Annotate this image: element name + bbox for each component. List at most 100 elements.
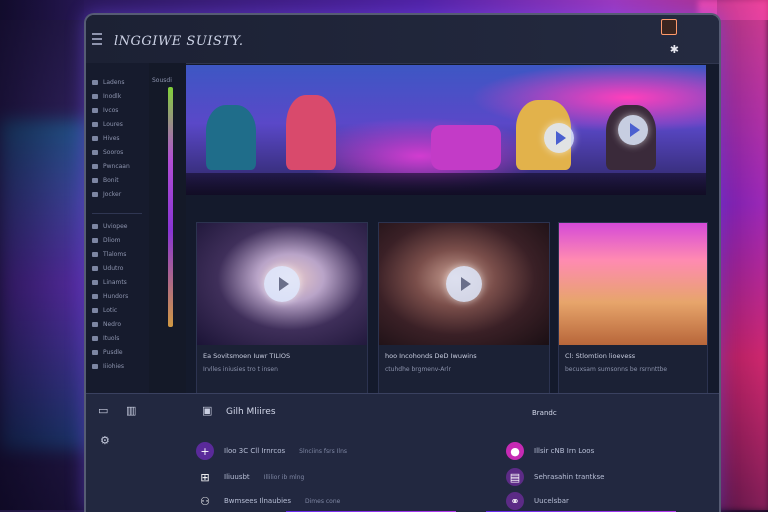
bullet-icon [92,135,98,141]
bullet-icon [92,223,98,229]
video-thumbnail[interactable] [559,223,707,345]
sidebar-item[interactable]: Inodlk [92,91,121,101]
sidebar-item-label: Pusdle [103,348,123,356]
grid-icon: ⊞ [200,470,210,484]
bullet-icon [92,191,98,197]
sidebar-item-label: Ituols [103,334,120,342]
notification-icon[interactable]: ✱ [670,43,679,56]
bullet-icon [92,279,98,285]
list-row[interactable]: ⊞ Iliuusbt Illilior ib mlng [196,470,304,484]
sidebar-item[interactable]: Bonit [92,175,119,185]
sidebar-item[interactable]: Loures [92,119,123,129]
sidebar-item[interactable]: Uviopee [92,221,127,231]
list-row[interactable]: + Iloo 3C Cll Irnrcos Slnciins fsrs Ilns [196,442,347,460]
sidebar-item-label: Uviopee [103,222,128,230]
video-thumbnail[interactable] [379,223,549,345]
list-row-right[interactable]: ● Illsir cNB Irn Loos [506,442,594,460]
panel-tab-label[interactable]: Gilh Mliires [226,407,276,417]
row-text: Uucelsbar [534,497,569,505]
bullet-icon [92,237,98,243]
app-window: lNGGIWE SUISTY. ✱ Ladens Inodlk Ivcos Lo… [84,13,721,512]
top-bar: lNGGIWE SUISTY. ✱ [86,15,719,64]
sidebar-item[interactable]: Jocker [92,189,121,199]
play-icon[interactable] [446,266,482,302]
sidebar-item[interactable]: Ituols [92,333,119,343]
video-card[interactable]: Ea Sovitsmoen Iuwr TILIOS Irvlles iniusi… [196,222,368,402]
hero-banner[interactable] [186,65,706,195]
bullet-icon [92,177,98,183]
video-card[interactable]: Cl: Stlomtion lioevess becuxsam sumsonns… [558,222,708,402]
video-thumbnail[interactable] [197,223,367,345]
sidebar-item-label: Hundors [103,292,129,300]
sidebar-item[interactable]: Lotic [92,305,117,315]
film-icon: ▤ [506,468,524,486]
camera-icon [661,19,677,35]
panel-right-label[interactable]: Brandc [532,409,557,417]
bottom-panel: ▭ ▥ ▣ Gilh Mliires Brandc ⚙ + Iloo 3C Cl… [86,393,719,512]
video-card[interactable]: hoo Incohonds DeD Iwuwins ctuhdhe brgmen… [378,222,550,402]
play-icon[interactable] [544,123,574,153]
menu-icon[interactable] [92,33,102,47]
bullet-icon [92,149,98,155]
sidebar-item[interactable]: Sooros [92,147,123,157]
columns-icon[interactable]: ▥ [126,404,136,417]
row-text: Sehrasahin trantkse [534,473,605,481]
video-title: Ea Sovitsmoen Iuwr TILIOS [203,352,291,360]
video-title: hoo Incohonds DeD Iwuwins [385,352,477,360]
row-subtext: Illilior ib mlng [263,473,305,481]
neon-accent-strip [168,87,173,327]
sidebar-item[interactable]: Pusdle [92,347,123,357]
bullet-icon [92,321,98,327]
row-text: Bwmsees Ilnaubies [224,497,291,505]
app-title: lNGGIWE SUISTY. [114,34,244,49]
sidebar-item[interactable]: Pwncaan [92,161,130,171]
video-title: Cl: Stlomtion lioevess [565,352,636,360]
image-icon[interactable]: ▭ [98,404,108,417]
add-icon[interactable]: + [196,442,214,460]
bullet-icon [92,79,98,85]
sidebar-item-label: Tlaloms [103,250,127,258]
sidebar-item-label: Loures [103,120,123,128]
bullet-icon [92,93,98,99]
sidebar-item-label: Dliom [103,236,121,244]
row-text: Iliuusbt [224,473,250,481]
list-row-right[interactable]: ⚭ Uucelsbar [506,492,569,510]
bullet-icon [92,349,98,355]
row-subtext: Slnciins fsrs Ilns [299,447,347,455]
sidebar-item[interactable]: Linamts [92,277,127,287]
sidebar-item[interactable]: Ladens [92,77,124,87]
sidebar-item[interactable]: Dliom [92,235,120,245]
sidebar-item[interactable]: Udutro [92,263,123,273]
bullet-icon [92,251,98,257]
sidebar-item-label: Bonit [103,176,119,184]
sidebar-item[interactable]: Hives [92,133,120,143]
background-right-panel [717,0,768,510]
play-icon[interactable] [264,266,300,302]
list-row-right[interactable]: ▤ Sehrasahin trantkse [506,468,605,486]
list-row[interactable]: ⚇ Bwmsees Ilnaubies Dimes cone [196,494,340,508]
sidebar-item-label: Sooros [103,148,124,156]
link-icon: ⚭ [506,492,524,510]
sidebar-item[interactable]: Ivcos [92,105,118,115]
bullet-icon [92,363,98,369]
sidebar-divider [92,213,142,214]
sidebar-item-label: Pwncaan [103,162,130,170]
sidebar-item-label: Linamts [103,278,127,286]
sidebar-item[interactable]: Tlaloms [92,249,126,259]
bullet-icon [92,163,98,169]
row-subtext: Dimes cone [305,497,341,505]
bullet-icon [92,335,98,341]
sidebar: Ladens Inodlk Ivcos Loures Hives Sooros … [86,63,150,393]
document-icon[interactable]: ▣ [202,404,212,417]
hero-figure [286,95,336,170]
sidebar-item[interactable]: Iiiohies [92,361,124,371]
sidebar-item-label: Lotic [103,306,118,314]
settings-icon[interactable]: ⚙ [100,434,110,447]
status-dot-icon: ● [506,442,524,460]
play-icon[interactable] [618,115,648,145]
sidebar-item[interactable]: Hundors [92,291,128,301]
bullet-icon [92,107,98,113]
sidebar-item[interactable]: Nedro [92,319,121,329]
people-icon: ⚇ [200,494,210,508]
video-description: becuxsam sumsonns be rsrnnttbe [565,366,668,373]
